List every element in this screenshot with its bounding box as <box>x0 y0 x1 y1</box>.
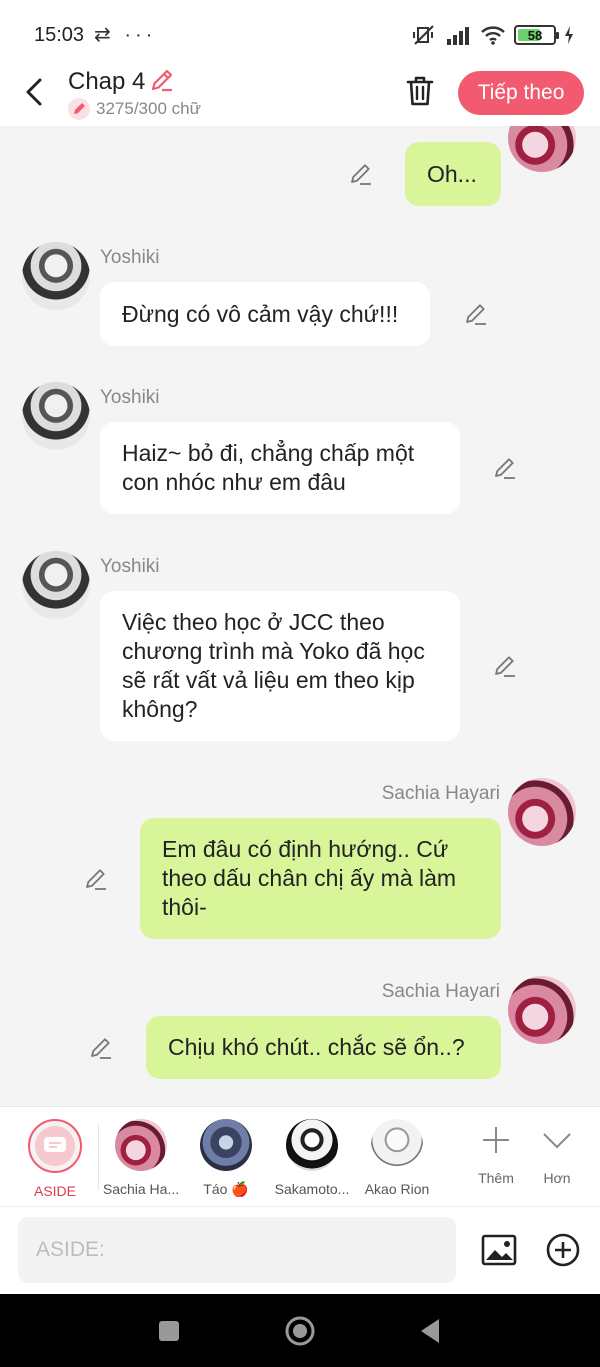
word-count-text: 3275/300 chữ <box>96 99 201 118</box>
message-bubble[interactable]: Đừng có vô cảm vậy chứ!!! <box>100 282 430 346</box>
add-circle-icon[interactable] <box>544 1231 582 1269</box>
trash-icon[interactable] <box>404 74 436 108</box>
recent-apps-icon[interactable] <box>152 1314 186 1348</box>
sender-name: Yoshiki <box>100 387 160 408</box>
edit-message-icon[interactable] <box>492 653 518 679</box>
edit-title-icon[interactable] <box>148 66 176 94</box>
status-time: 15:03 <box>34 24 85 46</box>
status-notification-icons: ⇄ ··· <box>94 24 157 46</box>
character-sakamoto[interactable]: Sakamoto... <box>264 1119 360 1197</box>
signal-icon <box>447 27 469 45</box>
sender-name: Yoshiki <box>100 556 160 577</box>
character-label: Táo 🍎 <box>203 1181 249 1197</box>
more-button[interactable]: Hơn <box>527 1123 587 1186</box>
message-text: Đừng có vô cảm vậy chứ!!! <box>122 300 399 327</box>
aside-avatar <box>28 1119 82 1173</box>
word-count: 3275/300 chữ <box>68 98 201 120</box>
header: Chap 4 3275/300 chữ Tiếp theo <box>0 62 600 126</box>
edit-message-icon[interactable] <box>492 455 518 481</box>
avatar-yoshiki[interactable] <box>22 551 90 619</box>
message-input[interactable] <box>18 1217 456 1283</box>
input-bar <box>0 1206 600 1294</box>
back-nav-icon[interactable] <box>414 1314 448 1348</box>
sender-name: Sachia Hayari <box>381 783 500 804</box>
character-bar: ASIDE Sachia Ha... Táo 🍎 Sakamoto... Aka… <box>0 1106 600 1206</box>
chapter-title: Chap 4 <box>68 68 146 95</box>
status-bar: 15:03 ⇄ ··· 58 <box>0 0 600 62</box>
message-bubble[interactable]: Oh... <box>405 142 501 206</box>
next-button[interactable]: Tiếp theo <box>458 71 584 115</box>
edit-message-icon[interactable] <box>463 301 489 327</box>
mute-vibrate-icon <box>413 25 434 45</box>
charging-icon <box>565 26 573 44</box>
character-label: Sachia Ha... <box>102 1181 180 1197</box>
avatar <box>286 1119 338 1171</box>
battery-icon: 58 <box>514 25 559 45</box>
status-right-icons: 58 <box>412 22 574 48</box>
avatar-yoshiki[interactable] <box>22 382 90 450</box>
message-bubble[interactable]: Chịu khó chút.. chắc sẽ ổn..? <box>146 1016 501 1079</box>
message-text: Việc theo học ở JCC theo chương trình mà… <box>122 609 425 722</box>
add-label: Thêm <box>478 1170 514 1186</box>
message-bubble[interactable]: Em đâu có định hướng.. Cứ theo dấu chân … <box>140 818 501 939</box>
plus-icon <box>483 1127 509 1153</box>
message-text: Em đâu có định hướng.. Cứ theo dấu chân … <box>162 836 457 920</box>
avatar <box>371 1119 423 1171</box>
more-label: Hơn <box>543 1170 571 1186</box>
back-arrow-icon[interactable] <box>20 74 48 110</box>
chat-area[interactable]: Oh... Yoshiki Đừng có vô cảm vậy chứ!!! … <box>0 126 600 1106</box>
avatar <box>200 1119 252 1171</box>
avatar-sachia[interactable] <box>508 778 576 846</box>
sender-name: Yoshiki <box>100 247 160 268</box>
character-akao[interactable]: Akao Rion <box>349 1119 445 1197</box>
character-label: Akao Rion <box>364 1181 430 1197</box>
character-label: ASIDE <box>33 1183 76 1199</box>
avatar <box>115 1119 167 1171</box>
navigation-bar <box>0 1294 600 1367</box>
message-bubble[interactable]: Việc theo học ở JCC theo chương trình mà… <box>100 591 460 741</box>
add-character-button[interactable]: Thêm <box>466 1123 526 1186</box>
chevron-down-icon <box>543 1133 571 1149</box>
character-label: Sakamoto... <box>274 1181 350 1197</box>
avatar-sachia[interactable] <box>508 126 576 172</box>
image-icon[interactable] <box>480 1231 518 1269</box>
pencil-icon <box>68 98 90 120</box>
chat-bubble-icon <box>44 1137 66 1152</box>
message-text: Haiz~ bỏ đi, chẳng chấp một con nhóc như… <box>122 440 415 495</box>
battery-percent: 58 <box>527 27 543 43</box>
avatar-yoshiki[interactable] <box>22 242 90 310</box>
edit-message-icon[interactable] <box>88 1035 114 1061</box>
home-icon[interactable] <box>283 1314 317 1348</box>
edit-message-icon[interactable] <box>348 161 374 187</box>
message-text: Chịu khó chút.. chắc sẽ ổn..? <box>168 1034 465 1060</box>
message-text: Oh... <box>427 160 477 187</box>
avatar-sachia[interactable] <box>508 976 576 1044</box>
character-aside[interactable]: ASIDE <box>7 1119 103 1199</box>
character-tao[interactable]: Táo 🍎 <box>178 1119 274 1198</box>
character-sachia[interactable]: Sachia Ha... <box>93 1119 189 1197</box>
wifi-icon <box>481 26 505 45</box>
message-bubble[interactable]: Haiz~ bỏ đi, chẳng chấp một con nhóc như… <box>100 422 460 514</box>
edit-message-icon[interactable] <box>83 866 109 892</box>
sender-name: Sachia Hayari <box>381 981 500 1002</box>
